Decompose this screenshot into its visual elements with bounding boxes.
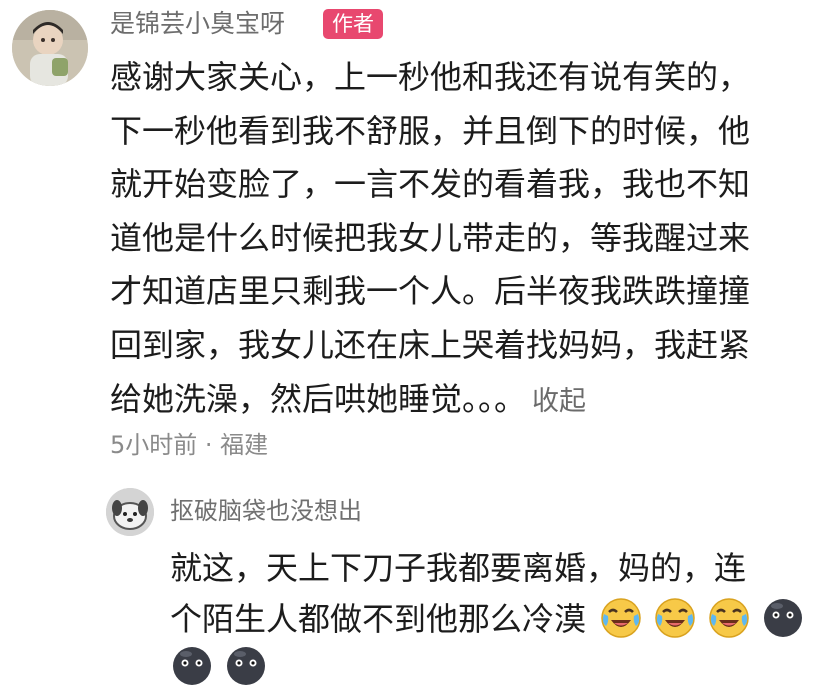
- main-comment-text: 感谢大家关心，上一秒他和我还有说有笑的， 下一秒他看到我不舒服，并且倒下的时候，…: [110, 51, 810, 426]
- comment-line: 就开始变脸了，一言不发的看着我，我也不知: [110, 165, 751, 204]
- dark-face-emoji: [173, 647, 211, 685]
- reply-username[interactable]: 抠破脑袋也没想出: [170, 493, 362, 529]
- author-avatar-image: [12, 10, 88, 86]
- author-avatar[interactable]: [12, 10, 88, 86]
- dark-face-emoji: [764, 599, 802, 637]
- comment-line: 道他是什么时候把我女儿带走的，等我醒过来: [110, 218, 751, 257]
- comment-line-text: 给她洗澡，然后哄她睡觉。。。: [110, 379, 527, 418]
- reply-line: 就这，天上下刀子我都要离婚，妈的，连: [170, 549, 747, 587]
- reply-emoji-row: [170, 644, 278, 690]
- crying-laughing-emoji: [709, 598, 749, 638]
- reply-avatar-image: [106, 488, 154, 536]
- comment-meta: 5小时前 · 福建: [110, 431, 269, 459]
- comment-line: 才知道店里只剩我一个人。后半夜我跌跌撞撞: [110, 272, 751, 311]
- crying-laughing-emoji: [601, 598, 641, 638]
- author-username[interactable]: 是锦芸小臭宝呀: [110, 6, 285, 42]
- comment-line-last: 给她洗澡，然后哄她睡觉。。。 收起: [110, 373, 810, 427]
- collapse-link[interactable]: 收起: [532, 386, 586, 417]
- reply-avatar[interactable]: [106, 488, 154, 536]
- comment-line: 回到家，我女儿还在床上哭着找妈妈，我赶紧: [110, 325, 751, 364]
- comment-line: 下一秒他看到我不舒服，并且倒下的时候，他: [110, 111, 751, 150]
- comment-line: 感谢大家关心，上一秒他和我还有说有笑的，: [110, 58, 751, 96]
- crying-laughing-emoji: [655, 598, 695, 638]
- author-badge: 作者: [323, 9, 383, 39]
- reply-emoji-row: [599, 596, 815, 642]
- dark-face-emoji: [227, 647, 265, 685]
